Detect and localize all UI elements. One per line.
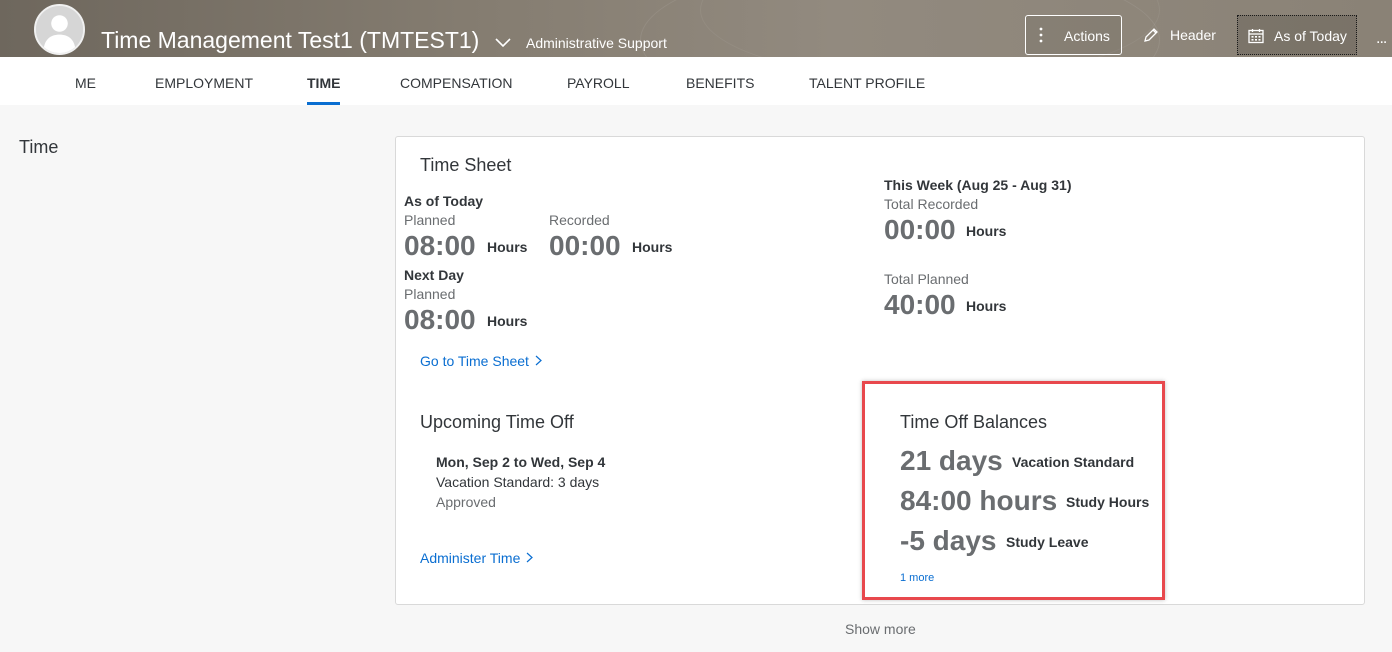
go-to-time-sheet-label: Go to Time Sheet xyxy=(420,353,529,369)
overflow-menu-icon[interactable]: ... xyxy=(1376,30,1387,48)
tab-talent-profile[interactable]: TALENT PROFILE xyxy=(809,75,925,91)
recorded-label: Recorded xyxy=(549,212,610,228)
tab-employment[interactable]: EMPLOYMENT xyxy=(155,75,253,91)
next-day-heading: Next Day xyxy=(404,267,464,283)
total-recorded-unit: Hours xyxy=(966,223,1007,239)
profile-header: Time Management Test1 (TMTEST1) Administ… xyxy=(0,0,1392,57)
section-title: Time xyxy=(19,137,59,157)
vertical-dots-icon xyxy=(1039,27,1043,43)
actions-button[interactable]: Actions xyxy=(1025,15,1122,55)
as-of-today-label: As of Today xyxy=(1274,28,1347,44)
avatar[interactable] xyxy=(34,4,85,55)
time-off-balances-title: Time Off Balances xyxy=(900,412,1048,432)
actions-label: Actions xyxy=(1064,28,1110,44)
tab-payroll[interactable]: PAYROLL xyxy=(567,75,630,91)
show-more-link[interactable]: Show more xyxy=(845,621,916,637)
total-recorded-label: Total Recorded xyxy=(884,196,979,212)
balance-value: 21 days xyxy=(900,445,1003,476)
upcoming-time-off-title: Upcoming Time Off xyxy=(420,412,574,432)
planned-unit: Hours xyxy=(487,239,528,255)
total-planned-unit: Hours xyxy=(966,298,1007,314)
upcoming-detail: Vacation Standard: 3 days xyxy=(436,474,600,490)
next-planned-label: Planned xyxy=(404,286,456,302)
chevron-right-icon xyxy=(535,353,542,369)
tab-compensation[interactable]: COMPENSATION xyxy=(400,75,513,91)
next-planned-unit: Hours xyxy=(487,313,528,329)
recorded-value: 00:00 xyxy=(549,230,621,261)
balance-label: Study Hours xyxy=(1066,494,1150,510)
active-tab-indicator xyxy=(307,102,340,105)
calendar-icon xyxy=(1248,29,1264,44)
person-icon xyxy=(36,6,83,53)
upcoming-status: Approved xyxy=(436,494,496,510)
tab-bar: ME EMPLOYMENT TIME COMPENSATION PAYROLL … xyxy=(0,57,1392,105)
total-planned-value: 40:00 xyxy=(884,289,956,320)
pencil-icon xyxy=(1144,28,1158,42)
more-balances-link[interactable]: 1 more xyxy=(900,572,934,584)
tab-time[interactable]: TIME xyxy=(307,75,340,91)
this-week-heading: This Week (Aug 25 - Aug 31) xyxy=(884,177,1072,193)
employee-role: Administrative Support xyxy=(526,35,667,51)
balance-value: -5 days xyxy=(900,525,997,556)
go-to-time-sheet-link[interactable]: Go to Time Sheet xyxy=(420,353,542,369)
employee-name[interactable]: Time Management Test1 (TMTEST1) xyxy=(101,27,479,54)
as-of-today-heading: As of Today xyxy=(404,193,484,209)
planned-value: 08:00 xyxy=(404,230,476,261)
as-of-today-button[interactable]: As of Today xyxy=(1237,15,1357,55)
chevron-right-icon xyxy=(526,550,534,566)
total-recorded-value: 00:00 xyxy=(884,214,956,245)
administer-time-link[interactable]: Administer Time xyxy=(420,550,534,566)
balance-label: Study Leave xyxy=(1006,534,1089,550)
next-planned-value: 08:00 xyxy=(404,304,476,335)
recorded-unit: Hours xyxy=(632,239,673,255)
planned-label: Planned xyxy=(404,212,456,228)
balance-label: Vacation Standard xyxy=(1012,454,1135,470)
time-sheet-title: Time Sheet xyxy=(420,155,512,175)
balance-value: 84:00 hours xyxy=(900,485,1058,516)
chevron-down-icon[interactable] xyxy=(494,36,512,50)
total-planned-label: Total Planned xyxy=(884,271,969,287)
upcoming-date-range: Mon, Sep 2 to Wed, Sep 4 xyxy=(436,454,606,470)
administer-time-label: Administer Time xyxy=(420,550,521,566)
tab-me[interactable]: ME xyxy=(75,75,96,91)
header-button[interactable]: Header xyxy=(1138,15,1224,55)
tab-benefits[interactable]: BENEFITS xyxy=(686,75,754,91)
header-label: Header xyxy=(1170,27,1216,43)
